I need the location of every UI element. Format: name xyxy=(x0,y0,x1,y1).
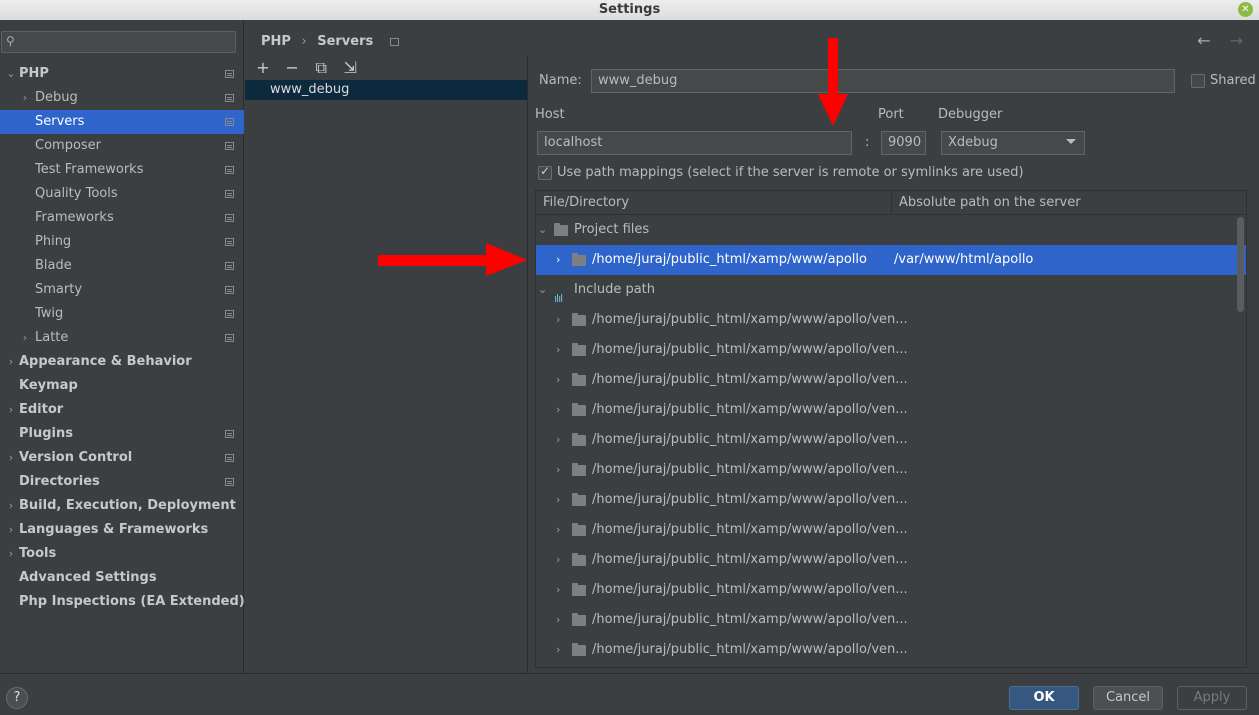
down-arrow-icon xyxy=(818,38,848,126)
right-arrow-icon xyxy=(378,243,527,276)
annotation-arrows xyxy=(378,38,848,276)
